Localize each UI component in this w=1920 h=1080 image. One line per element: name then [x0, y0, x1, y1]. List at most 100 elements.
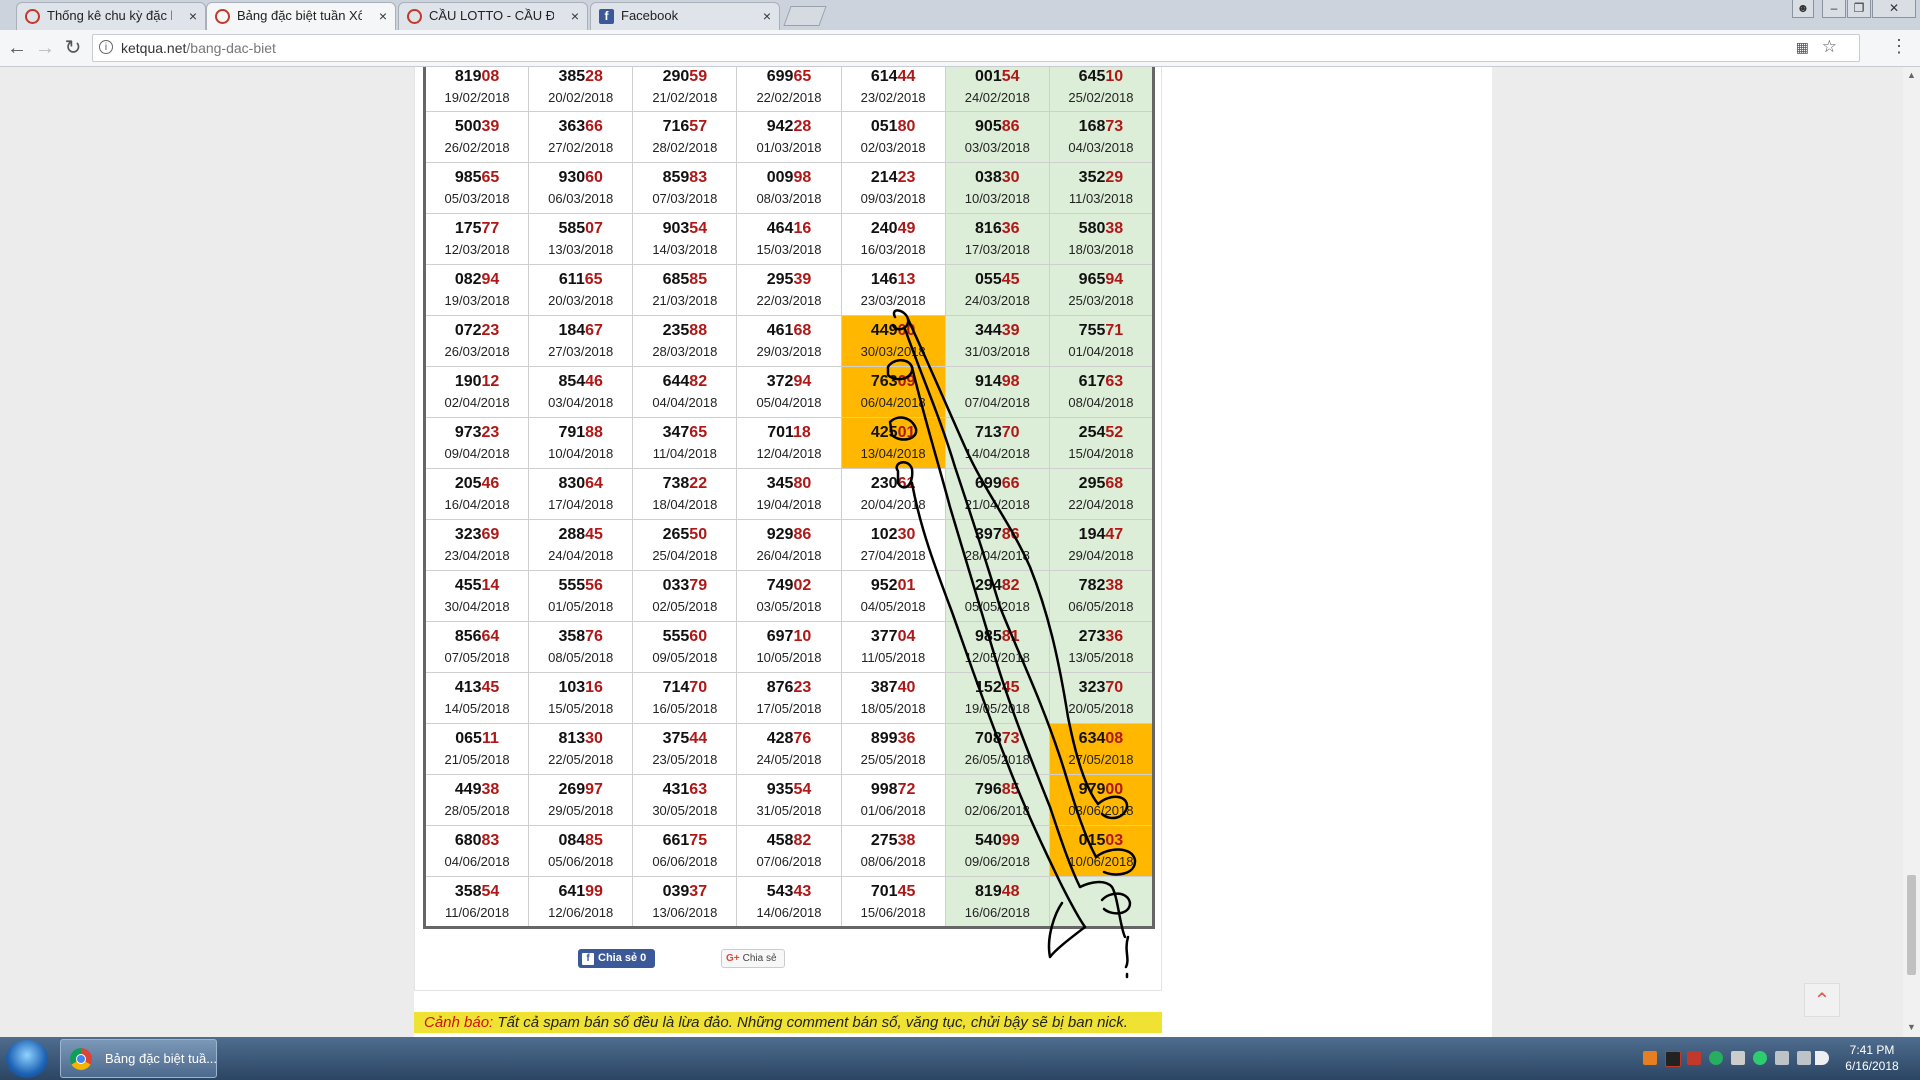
prize-number-tail: 61 [897, 475, 916, 492]
prize-number-tail: 01 [897, 577, 916, 594]
prize-number: 03830 [946, 168, 1049, 188]
prize-number-tail: 39 [793, 271, 812, 288]
prize-number-head: 738 [662, 475, 690, 492]
network-icon[interactable] [1775, 1051, 1789, 1065]
clock-date: 6/16/2018 [1845, 1059, 1899, 1073]
result-cell: 89936 25/05/2018 [840, 723, 946, 775]
monitor-icon[interactable] [1797, 1051, 1811, 1065]
minimize-button[interactable]: – [1822, 0, 1846, 18]
back-arrow-icon[interactable]: ← [4, 35, 30, 61]
table-row: 17577 12/03/2018 58507 13/03/2018 90354 14/03… [423, 213, 1155, 265]
prize-number: 78238 [1050, 576, 1152, 596]
tray-app-icon[interactable] [1731, 1051, 1745, 1065]
result-cell: 25452 15/04/2018 [1048, 417, 1155, 469]
prize-date: 26/03/2018 [444, 344, 510, 359]
bookmark-star-icon[interactable]: ☆ [1822, 37, 1837, 57]
prize-number: 17577 [426, 219, 528, 239]
prize-number: 87623 [737, 678, 840, 698]
prize-number-head: 791 [558, 424, 586, 441]
prize-number-head: 929 [766, 526, 794, 543]
facebook-icon: f [582, 953, 594, 965]
close-icon[interactable]: × [189, 3, 197, 29]
tab-facebook[interactable]: f Facebook × [590, 2, 780, 30]
tray-app-icon[interactable] [1643, 1051, 1657, 1065]
facebook-share-button[interactable]: f Chia sẻ 0 [578, 949, 655, 968]
prize-number-head: 713 [975, 424, 1002, 441]
prize-number: 98581 [946, 627, 1049, 647]
prize-date: 11/04/2018 [652, 446, 717, 461]
scrollbar-thumb[interactable] [1907, 875, 1916, 975]
prize-number-tail: 04 [897, 628, 916, 645]
result-cell: 23061 20/04/2018 [840, 468, 946, 520]
volume-icon[interactable] [1815, 1051, 1829, 1065]
profile-icon[interactable]: ☻ [1792, 0, 1814, 18]
prize-number: 25452 [1050, 423, 1152, 443]
maximize-button[interactable]: ❐ [1847, 0, 1871, 18]
prize-number-head: 377 [870, 628, 898, 645]
tab-label: Bảng đặc biệt tuần Xổ Số [237, 8, 362, 23]
result-cell: 34580 19/04/2018 [736, 468, 842, 520]
result-cell: 44938 28/05/2018 [423, 774, 530, 826]
tab-thong-ke[interactable]: Thống kê chu kỳ đặc biệ × [16, 2, 206, 30]
prize-date: 03/04/2018 [548, 395, 614, 410]
forward-arrow-icon[interactable]: → [32, 35, 58, 61]
url-text[interactable]: ketqua.net/bang-dac-biet [121, 35, 276, 61]
address-bar[interactable]: i ketqua.net/bang-dac-biet ▦ ☆ [92, 34, 1860, 62]
result-cell: 08485 05/06/2018 [528, 825, 634, 877]
prize-number: 29539 [737, 270, 840, 290]
close-icon[interactable]: × [571, 3, 579, 29]
tray-app-icon[interactable] [1665, 1051, 1681, 1067]
translate-icon[interactable]: ▦ [1796, 39, 1809, 56]
close-window-button[interactable]: ✕ [1872, 0, 1916, 18]
prize-date: 20/05/2018 [1068, 701, 1134, 716]
tab-bang-dac-biet[interactable]: Bảng đặc biệt tuần Xổ Số × [206, 2, 396, 30]
prize-number-tail: 45 [1001, 679, 1020, 696]
table-row: 08294 19/03/2018 61165 20/03/2018 68585 21/03… [423, 264, 1155, 316]
prize-number-head: 288 [558, 526, 586, 543]
table-row: 19012 02/04/2018 85446 03/04/2018 64482 04/04… [423, 366, 1155, 418]
scroll-up-icon[interactable]: ▲ [1907, 70, 1916, 80]
chrome-icon [70, 1048, 92, 1070]
prize-number-head: 905 [975, 118, 1002, 135]
close-icon[interactable]: × [379, 3, 387, 29]
prize-number-tail: 65 [689, 424, 708, 441]
result-cell: 23588 28/03/2018 [632, 315, 738, 367]
menu-icon[interactable]: ⋮ [1890, 36, 1908, 57]
prize-number-head: 254 [1078, 424, 1106, 441]
prize-number: 66175 [633, 831, 736, 851]
prize-number: 35229 [1050, 168, 1152, 188]
tab-cau-lotto[interactable]: CẦU LOTTO - CẦU ĐB NI × [398, 2, 588, 30]
result-cell: 81908 19/02/2018 [423, 67, 530, 112]
start-button[interactable] [6, 1040, 48, 1078]
result-cell: 70145 15/06/2018 [840, 876, 946, 928]
scroll-to-top-button[interactable]: ⌃ [1804, 983, 1840, 1017]
prize-date: 05/06/2018 [548, 854, 614, 869]
page-scrollbar[interactable]: ▲ ▼ [1903, 67, 1920, 1037]
reload-icon[interactable]: ↻ [60, 35, 86, 61]
prize-number: 19447 [1050, 525, 1152, 545]
scroll-down-icon[interactable]: ▼ [1907, 1022, 1916, 1032]
taskbar-chrome-window[interactable]: Bảng đặc biệt tuầ... [60, 1039, 217, 1078]
prize-number-tail: 10 [1105, 67, 1124, 85]
prize-number-head: 903 [662, 220, 690, 237]
prize-number-head: 352 [1078, 169, 1106, 186]
result-cell: 50039 26/02/2018 [423, 111, 530, 163]
new-tab-button[interactable] [783, 6, 827, 26]
prize-date: 09/03/2018 [860, 191, 926, 206]
prize-number: 38528 [529, 67, 632, 87]
system-clock[interactable]: 7:41 PM 6/16/2018 [1832, 1042, 1912, 1074]
prize-number-tail: 76 [793, 730, 812, 747]
prize-number-tail: 54 [1001, 67, 1020, 85]
prize-date: 02/04/2018 [444, 395, 510, 410]
ketqua-favicon-icon [215, 9, 230, 24]
close-icon[interactable]: × [763, 3, 771, 29]
gplus-share-button[interactable]: G+ Chia sẻ [721, 949, 785, 968]
prize-number-tail: 70 [689, 679, 708, 696]
tray-app-icon[interactable] [1709, 1051, 1723, 1065]
info-icon[interactable]: i [99, 40, 113, 54]
prize-number: 90586 [946, 117, 1049, 137]
tray-app-icon[interactable] [1687, 1051, 1701, 1065]
result-cell: 61763 08/04/2018 [1048, 366, 1155, 418]
tray-app-icon[interactable] [1753, 1051, 1767, 1065]
prize-number-tail: 00 [1105, 781, 1124, 798]
